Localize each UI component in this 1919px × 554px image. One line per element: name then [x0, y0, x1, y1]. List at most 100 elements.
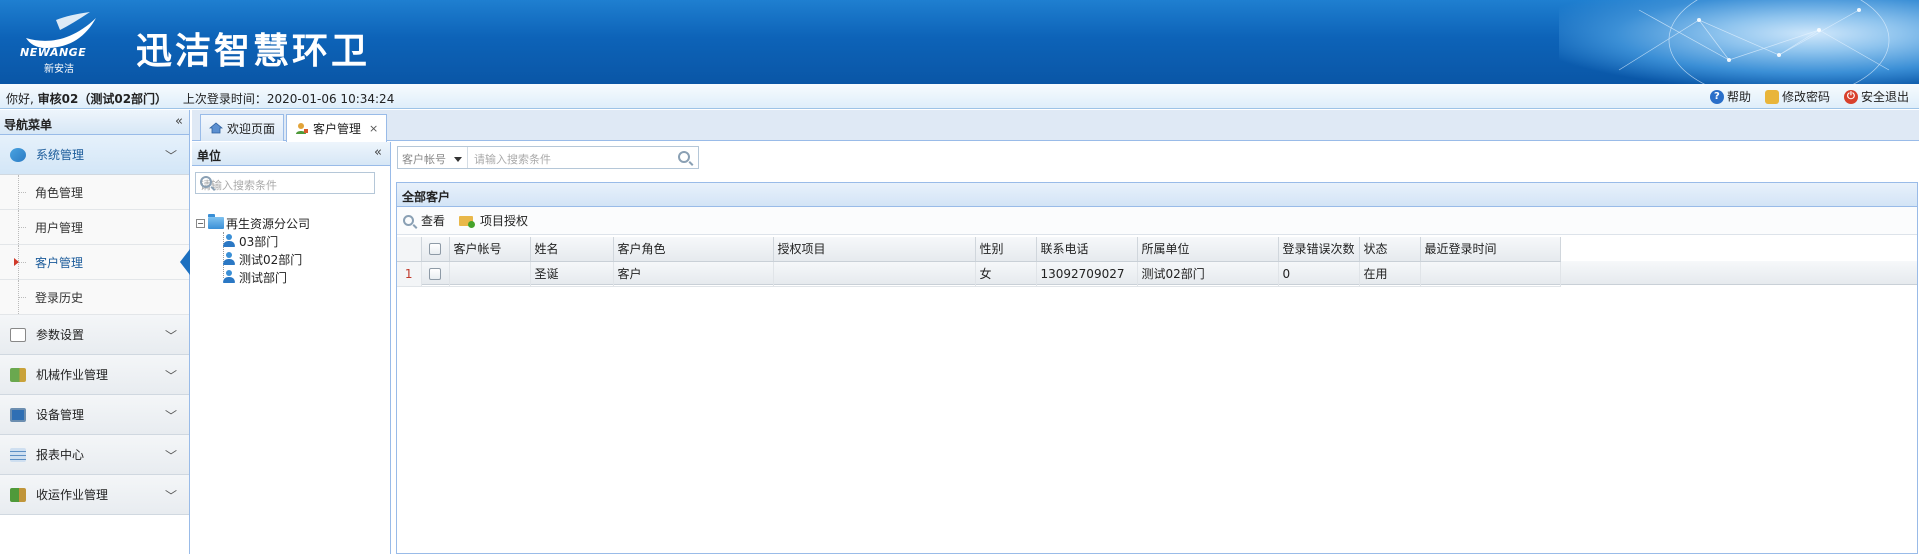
nav-item-roles[interactable]: 角色管理	[0, 175, 189, 210]
cell-name: 圣诞	[530, 261, 614, 287]
tree-node-child[interactable]: 测试部门	[222, 268, 310, 286]
nav-header: 导航菜单 «	[0, 110, 189, 135]
monitor-icon	[10, 407, 26, 422]
folder-auth-icon	[459, 215, 476, 228]
column-header[interactable]: 所属单位	[1137, 237, 1279, 262]
tree-node-root[interactable]: − 再生资源分公司	[196, 214, 310, 232]
nav-menu: 导航菜单 « 系统管理 ﹀ 角色管理 用户管理 客户管理 登录历史 参数设置 ﹀…	[0, 110, 190, 554]
nav-title: 导航菜单	[4, 118, 53, 132]
nav-item-login-history[interactable]: 登录历史	[0, 280, 189, 315]
power-icon: ⏻	[1843, 89, 1858, 104]
nav-section-collection[interactable]: 收运作业管理 ﹀	[0, 475, 189, 515]
chart-icon	[10, 327, 26, 342]
search-field-select[interactable]: 客户帐号	[398, 147, 468, 168]
tab-welcome[interactable]: 欢迎页面	[200, 114, 285, 141]
chevron-down-icon: ﹀	[164, 409, 177, 423]
lock-icon	[1764, 89, 1779, 104]
row-checkbox[interactable]	[421, 261, 450, 287]
column-header[interactable]: 客户帐号	[449, 237, 531, 262]
tree-node-label: 再生资源分公司	[226, 216, 311, 231]
row-number: 1	[397, 261, 422, 287]
network-lines-graphic	[1618, 0, 1890, 84]
nav-section-label: 收运作业管理	[36, 488, 109, 502]
user-greeting: 你好, 审核02（测试02部门） 上次登录时间：2020-01-06 10:34…	[6, 90, 394, 107]
chevron-down-icon: ﹀	[164, 369, 177, 383]
view-button-label: 查看	[421, 214, 446, 228]
help-link[interactable]: ? 帮助	[1709, 88, 1751, 105]
nav-section-machinery[interactable]: 机械作业管理 ﹀	[0, 355, 189, 395]
chevron-down-icon: ﹀	[164, 449, 177, 463]
column-header[interactable]: 状态	[1359, 237, 1421, 262]
nav-section-params[interactable]: 参数设置 ﹀	[0, 315, 189, 355]
nav-section-reports[interactable]: 报表中心 ﹀	[0, 435, 189, 475]
cell-status: 在用	[1359, 261, 1421, 287]
tab-customer-management[interactable]: 客户管理 ×	[286, 114, 388, 142]
active-pointer-icon	[180, 249, 190, 275]
tab-strip: 欢迎页面 客户管理 ×	[192, 110, 1919, 142]
unit-search-input[interactable]: 请输入搜索条件	[195, 172, 375, 194]
collapse-toggle-icon[interactable]: −	[196, 218, 205, 228]
view-button[interactable]: 查看	[403, 212, 445, 229]
unit-panel: 单位 « 请输入搜索条件 − 再生资源分公司 03部门 测试02部门 测试部门	[192, 142, 391, 554]
search-icon[interactable]	[678, 151, 690, 163]
column-header[interactable]: 联系电话	[1036, 237, 1138, 262]
logout-label: 安全退出	[1860, 90, 1909, 104]
nav-item-users[interactable]: 用户管理	[0, 210, 189, 245]
main-content: 客户帐号 请输入搜索条件 全部客户 查看 项目授权 客户帐号 姓名 客户角色 授…	[393, 142, 1919, 554]
nav-section-system[interactable]: 系统管理 ﹀	[0, 135, 189, 175]
project-auth-button[interactable]: 项目授权	[459, 212, 528, 229]
unit-tree: − 再生资源分公司 03部门 测试02部门 测试部门	[196, 214, 310, 286]
row-number-header	[397, 237, 422, 262]
header-links: ? 帮助 修改密码 ⏻ 安全退出	[1709, 88, 1909, 105]
nav-section-label: 系统管理	[36, 148, 85, 162]
search-icon[interactable]	[200, 176, 212, 188]
column-header[interactable]: 授权项目	[773, 237, 976, 262]
customer-search-input[interactable]: 请输入搜索条件	[474, 151, 551, 167]
tree-node-child[interactable]: 03部门	[222, 232, 310, 250]
unit-collapse-icon[interactable]: «	[374, 145, 382, 160]
truck-icon	[10, 367, 26, 382]
customer-icon	[295, 122, 309, 135]
cell-last-login	[1420, 261, 1561, 287]
cell-unit: 测试02部门	[1137, 261, 1279, 287]
dropdown-caret-icon	[454, 157, 462, 162]
search-icon	[403, 215, 414, 226]
table-header-row: 客户帐号 姓名 客户角色 授权项目 性别 联系电话 所属单位 登录错误次数 状态…	[397, 237, 1561, 262]
change-password-link[interactable]: 修改密码	[1764, 88, 1830, 105]
column-header[interactable]: 最近登录时间	[1420, 237, 1561, 262]
column-header[interactable]: 登录错误次数	[1278, 237, 1360, 262]
chevron-down-icon: ﹀	[164, 149, 177, 163]
column-header[interactable]: 客户角色	[613, 237, 774, 262]
table-row[interactable]: 1 圣诞 客户 女 13092709027 测试02部门 0 在用	[397, 261, 1561, 287]
column-header[interactable]: 姓名	[530, 237, 614, 262]
customer-grid-panel: 全部客户 查看 项目授权 客户帐号 姓名 客户角色 授权项目 性别 联系电话 所…	[396, 182, 1918, 554]
unit-panel-header: 单位 «	[192, 142, 390, 166]
report-icon	[10, 447, 26, 462]
select-all-checkbox[interactable]	[421, 237, 450, 262]
logo-wordmark: NEWANGE	[20, 46, 87, 59]
customer-search-bar: 客户帐号 请输入搜索条件	[397, 146, 699, 169]
cell-role: 客户	[613, 261, 774, 287]
nav-item-customers[interactable]: 客户管理	[0, 245, 190, 280]
department-icon	[222, 252, 236, 266]
tab-label: 欢迎页面	[227, 121, 276, 136]
tree-node-child[interactable]: 测试02部门	[222, 250, 310, 268]
close-icon[interactable]: ×	[369, 122, 378, 135]
grid-toolbar: 查看 项目授权	[397, 207, 1917, 235]
logo-chinese-name: 新安洁	[44, 64, 74, 75]
department-icon	[222, 234, 236, 248]
nav-item-label: 客户管理	[35, 255, 84, 270]
nav-section-devices[interactable]: 设备管理 ﹀	[0, 395, 189, 435]
checkbox-icon	[429, 268, 441, 280]
system-icon	[10, 147, 26, 162]
garbage-truck-icon	[10, 487, 26, 502]
logout-link[interactable]: ⏻ 安全退出	[1843, 88, 1909, 105]
last-login-time: 上次登录时间：2020-01-06 10:34:24	[182, 92, 395, 106]
nav-section-label: 机械作业管理	[36, 368, 109, 382]
user-info-bar: 你好, 审核02（测试02部门） 上次登录时间：2020-01-06 10:34…	[0, 84, 1919, 109]
change-password-label: 修改密码	[1781, 90, 1830, 104]
column-header[interactable]: 性别	[975, 237, 1037, 262]
nav-collapse-icon[interactable]: «	[175, 114, 183, 129]
search-field-label: 客户帐号	[402, 153, 446, 166]
customer-table: 客户帐号 姓名 客户角色 授权项目 性别 联系电话 所属单位 登录错误次数 状态…	[397, 237, 1561, 287]
